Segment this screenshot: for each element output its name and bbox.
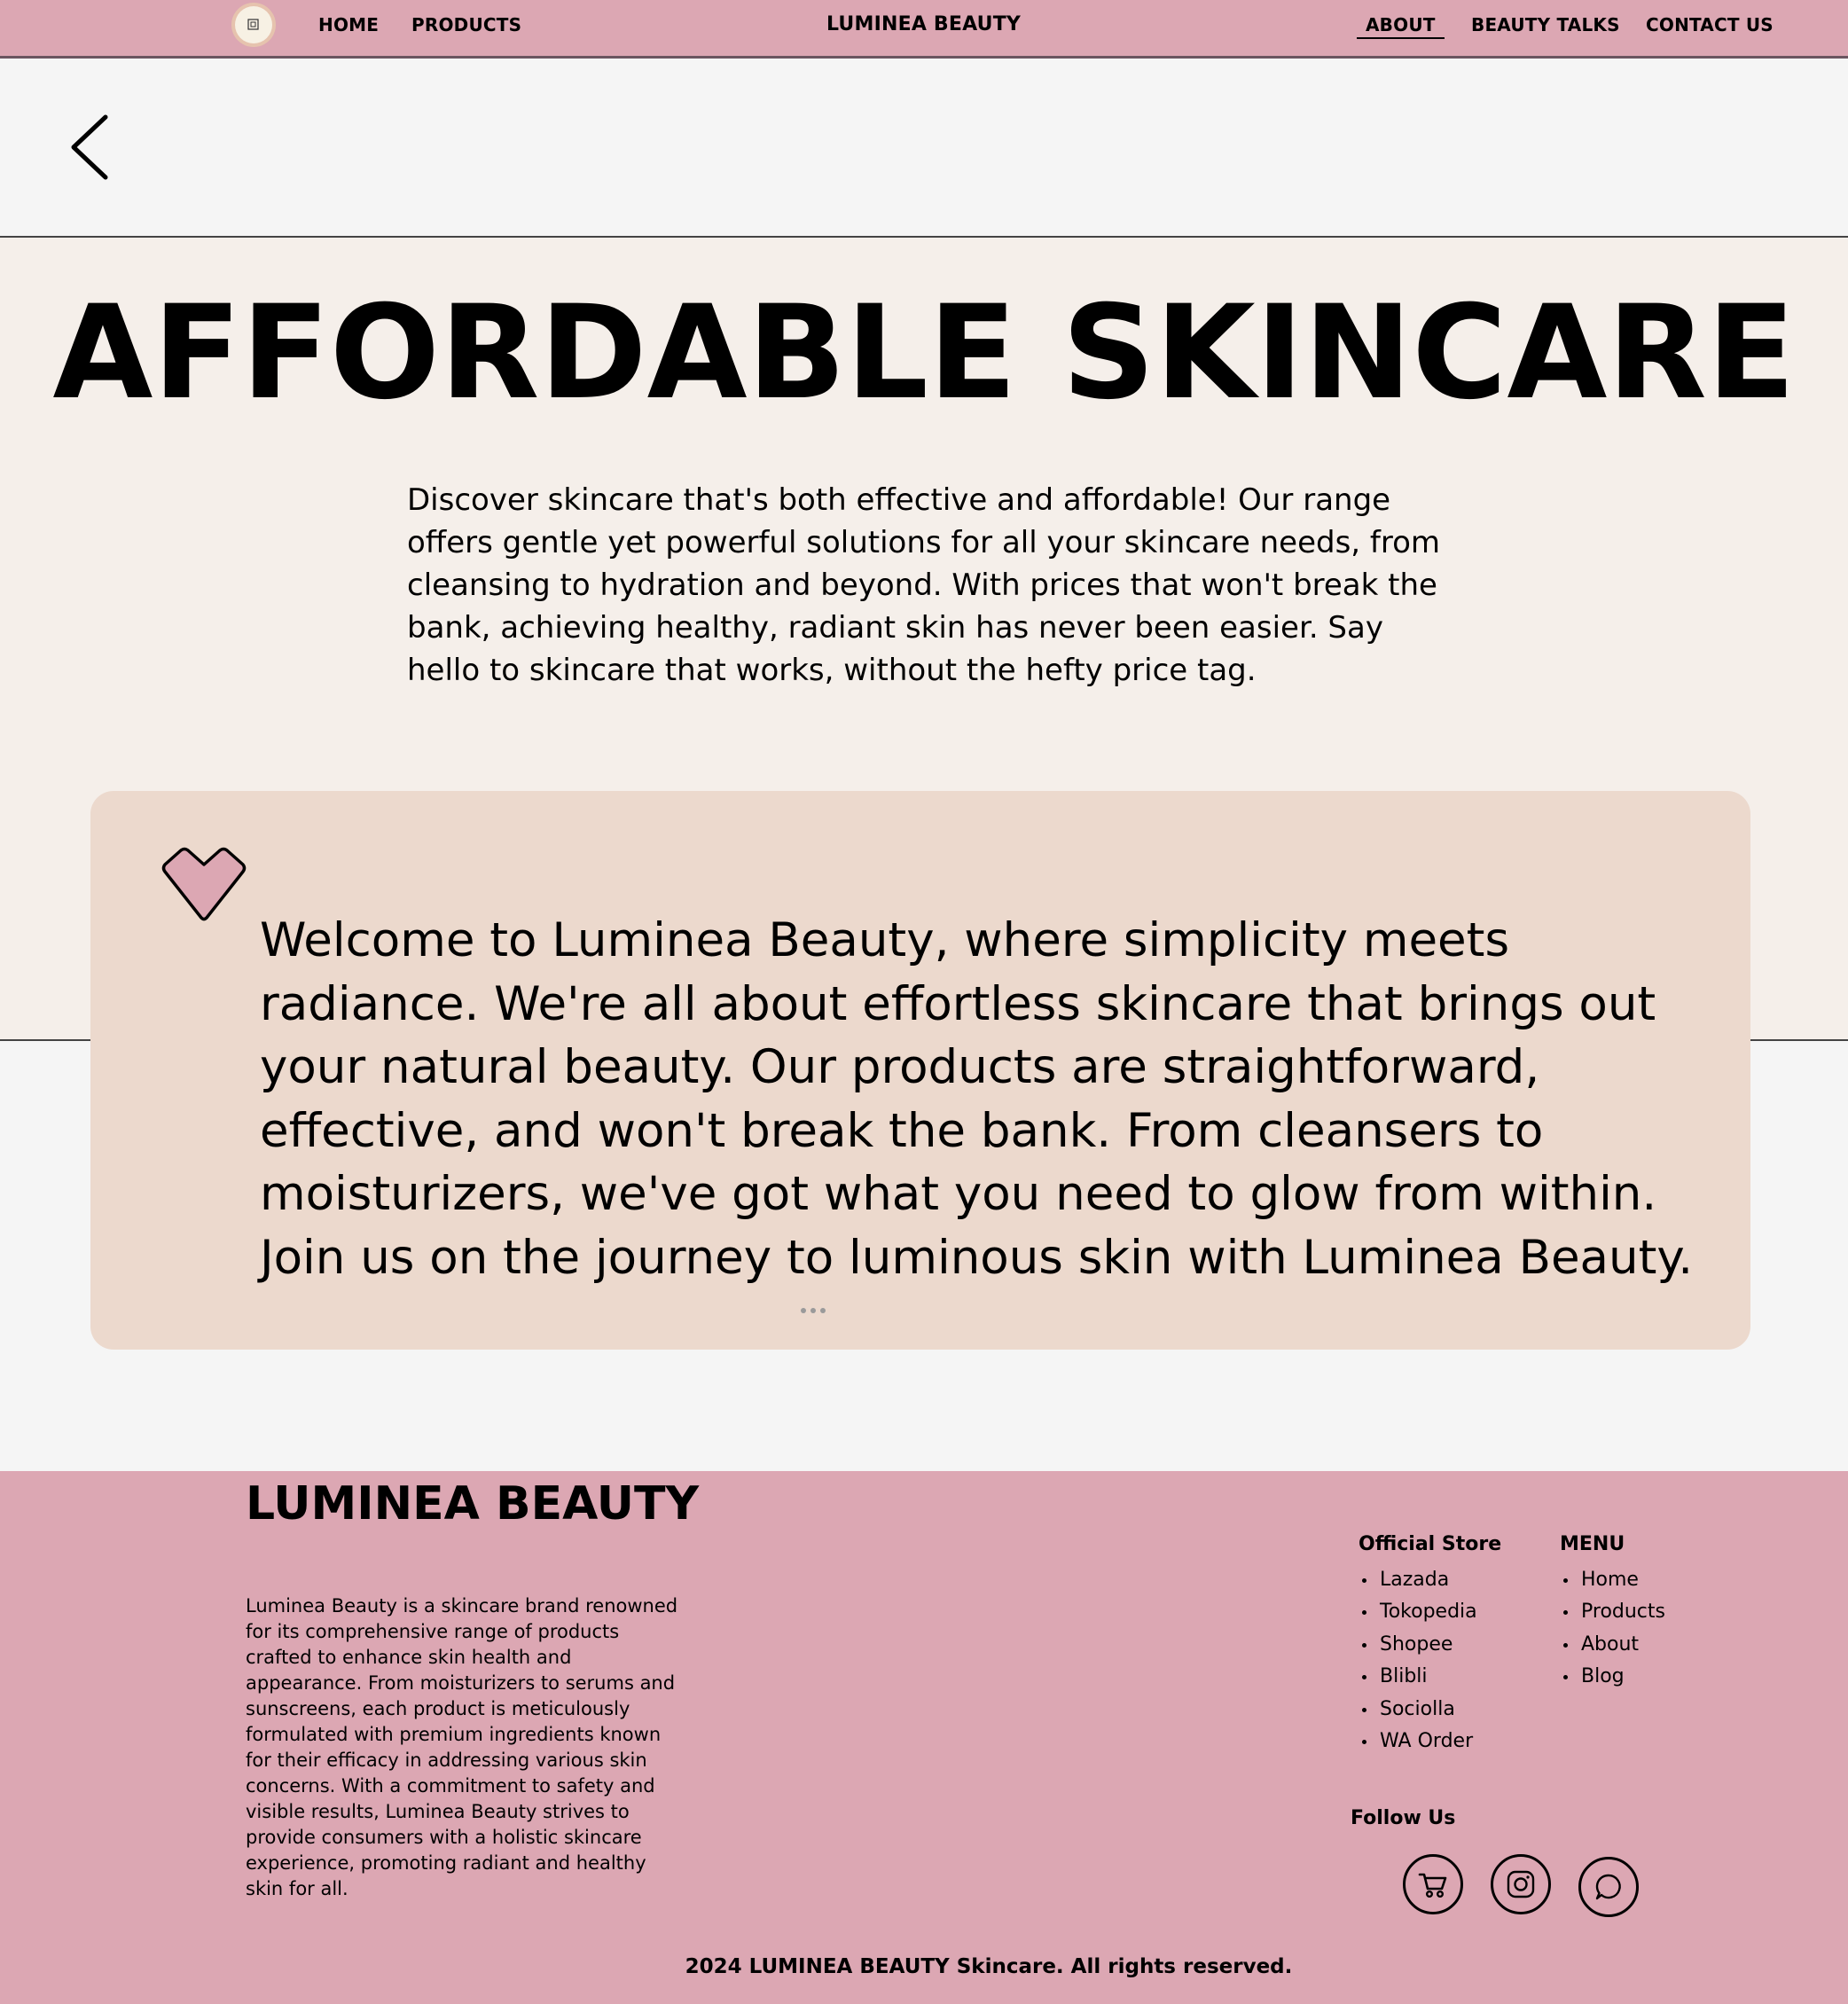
- store-link-shopee[interactable]: Shopee: [1359, 1629, 1477, 1661]
- shopping-cart-icon[interactable]: [1403, 1854, 1463, 1914]
- footer-menu-list: Home Products About Blog: [1560, 1564, 1665, 1694]
- nav-link-home[interactable]: HOME: [318, 14, 379, 35]
- store-link-lazada[interactable]: Lazada: [1359, 1564, 1477, 1596]
- official-store-list: Lazada Tokopedia Shopee Blibli Sociolla …: [1359, 1564, 1477, 1757]
- official-store-heading: Official Store: [1359, 1533, 1502, 1555]
- store-link-sociolla[interactable]: Sociolla: [1359, 1694, 1477, 1726]
- logo-emblem: [235, 6, 272, 43]
- chevron-left-icon: [71, 114, 108, 180]
- store-link-wa-order[interactable]: WA Order: [1359, 1726, 1477, 1757]
- store-link-tokopedia[interactable]: Tokopedia: [1359, 1596, 1477, 1628]
- footer-menu-about[interactable]: About: [1560, 1629, 1665, 1661]
- footer-menu-heading: MENU: [1560, 1533, 1625, 1555]
- follow-us-heading: Follow Us: [1351, 1807, 1456, 1829]
- footer-menu-blog[interactable]: Blog: [1560, 1661, 1665, 1693]
- instagram-icon[interactable]: [1491, 1854, 1551, 1914]
- nav-link-products[interactable]: PRODUCTS: [411, 14, 521, 35]
- copyright-text: 2024 LUMINEA BEAUTY Skincare. All rights…: [685, 1955, 1293, 1978]
- hero-title: AFFORDABLE SKINCARE: [52, 278, 1796, 428]
- store-link-blibli[interactable]: Blibli: [1359, 1661, 1477, 1693]
- more-options-icon[interactable]: [795, 1303, 831, 1318]
- heart-icon: [160, 847, 248, 923]
- footer-description: Luminea Beauty is a skincare brand renow…: [246, 1595, 678, 1899]
- nav-link-beauty-talks[interactable]: BEAUTY TALKS: [1471, 14, 1620, 35]
- brand-logo[interactable]: [231, 3, 276, 47]
- back-button[interactable]: [67, 110, 120, 181]
- footer-menu-products[interactable]: Products: [1560, 1596, 1665, 1628]
- nav-link-about[interactable]: ABOUT: [1357, 14, 1445, 39]
- nav-link-contact-us[interactable]: CONTACT US: [1646, 14, 1774, 35]
- whatsapp-icon[interactable]: [1578, 1857, 1639, 1917]
- welcome-text: Welcome to Luminea Beauty, where simplic…: [260, 913, 1694, 1285]
- footer-menu-home[interactable]: Home: [1560, 1564, 1665, 1596]
- nav-brand-title[interactable]: LUMINEA BEAUTY: [826, 13, 1021, 35]
- logo-mark-icon: [247, 19, 259, 30]
- back-section: [0, 59, 1848, 238]
- footer-brand-title: LUMINEA BEAUTY: [246, 1477, 700, 1530]
- hero-description: Discover skincare that's both effective …: [407, 482, 1441, 688]
